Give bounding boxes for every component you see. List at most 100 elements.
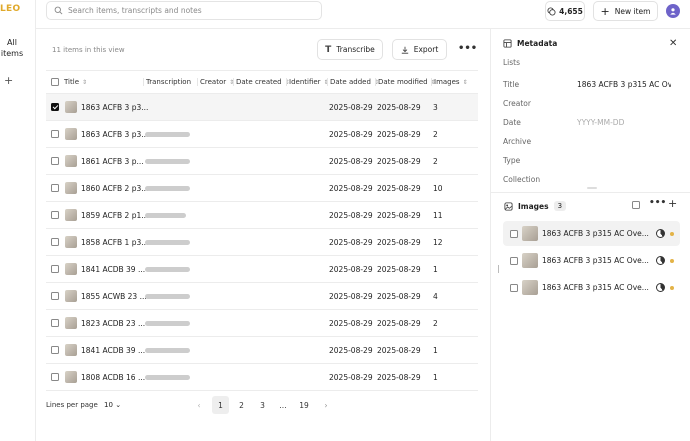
row-checkbox[interactable] (51, 373, 59, 381)
page-2[interactable]: 2 (233, 396, 250, 414)
row-checkbox[interactable] (51, 292, 59, 300)
row-checkbox[interactable] (51, 103, 59, 111)
item-title[interactable]: 1855 ACWB 23 ... (81, 292, 147, 301)
app-logo[interactable]: LEO (0, 4, 20, 14)
image-list-item[interactable]: 1863 ACFB 3 p315 AC Ove... (503, 248, 680, 273)
item-title[interactable]: 1863 ACFB 3 p3... (81, 130, 148, 139)
resize-handle[interactable] (587, 187, 597, 189)
item-title[interactable]: 1859 ACFB 2 p1... (81, 211, 148, 220)
table-row[interactable]: 1823 ACDB 23 ... 2025-08-29 2025-08-29 2 (46, 310, 478, 337)
date-added: 2025-08-29 (329, 346, 373, 355)
page-19[interactable]: 19 (295, 396, 313, 414)
search-input[interactable] (68, 6, 308, 15)
item-title[interactable]: 1808 ACDB 16 ... (81, 373, 145, 382)
field-collection[interactable]: Collection (503, 175, 540, 184)
field-title-input[interactable]: 1863 ACFB 3 p315 AC Overse (577, 80, 671, 89)
field-creator[interactable]: Creator (503, 99, 531, 108)
row-checkbox[interactable] (51, 184, 59, 192)
transcription-progress-bar (145, 213, 186, 218)
transcribe-button[interactable]: T Transcribe (317, 39, 383, 60)
table-row[interactable]: 1863 ACFB 3 p3... 2025-08-29 2025-08-29 3 (46, 94, 478, 121)
item-title[interactable]: 1861 ACFB 3 p... (81, 157, 144, 166)
item-thumbnail (65, 209, 77, 221)
image-name[interactable]: 1863 ACFB 3 p315 AC Ove... (542, 229, 649, 238)
date-added: 2025-08-29 (329, 103, 373, 112)
column-date-modified[interactable]: Date modified ⇕ (375, 78, 436, 86)
image-checkbox[interactable] (510, 284, 518, 292)
item-title[interactable]: 1863 ACFB 3 p3... (81, 103, 148, 112)
table-row[interactable]: 1841 ACDB 39 ... 2025-08-29 2025-08-29 1 (46, 337, 478, 364)
item-title[interactable]: 1841 ACDB 39 ... (81, 265, 145, 274)
add-image-button[interactable]: + (668, 197, 677, 210)
image-thumbnail (522, 280, 538, 295)
table-row[interactable]: 1858 ACFB 1 p3... 2025-08-29 2025-08-29 12 (46, 229, 478, 256)
row-checkbox[interactable] (51, 157, 59, 165)
field-lists[interactable]: Lists (503, 58, 520, 67)
table-row[interactable]: 1861 ACFB 3 p... 2025-08-29 2025-08-29 2 (46, 148, 478, 175)
images-more-button[interactable]: ••• (649, 198, 666, 208)
drag-handle[interactable] (498, 265, 501, 273)
field-date-input[interactable]: YYYY-MM-DD (577, 118, 624, 127)
table-row[interactable]: 1859 ACFB 2 p1... 2025-08-29 2025-08-29 11 (46, 202, 478, 229)
date-added: 2025-08-29 (329, 238, 373, 247)
item-thumbnail (65, 263, 77, 275)
date-added: 2025-08-29 (329, 130, 373, 139)
column-transcription[interactable]: Transcription (143, 78, 191, 86)
date-modified: 2025-08-29 (377, 157, 421, 166)
item-title[interactable]: 1841 ACDB 39 ... (81, 346, 145, 355)
add-collection-button[interactable]: + (4, 74, 13, 87)
image-thumbnail (522, 253, 538, 268)
column-creator[interactable]: Creator ⇕ (197, 78, 234, 86)
date-added: 2025-08-29 (329, 292, 373, 301)
image-name[interactable]: 1863 ACFB 3 p315 AC Ove... (542, 256, 649, 265)
select-all-images-checkbox[interactable] (632, 201, 640, 209)
text-icon: T (325, 44, 332, 55)
row-checkbox[interactable] (51, 130, 59, 138)
transcription-progress-bar (145, 321, 190, 326)
field-archive[interactable]: Archive (503, 137, 531, 146)
new-item-button[interactable]: + New item (593, 1, 658, 21)
page-1[interactable]: 1 (212, 396, 229, 414)
column-identifier[interactable]: Identifier ⇕ (286, 78, 329, 86)
image-checkbox[interactable] (510, 230, 518, 238)
table-row[interactable]: 1855 ACWB 23 ... 2025-08-29 2025-08-29 4 (46, 283, 478, 310)
image-checkbox[interactable] (510, 257, 518, 265)
table-row[interactable]: 1841 ACDB 39 ... 2025-08-29 2025-08-29 1 (46, 256, 478, 283)
row-checkbox[interactable] (51, 319, 59, 327)
row-checkbox[interactable] (51, 346, 59, 354)
item-title[interactable]: 1823 ACDB 23 ... (81, 319, 145, 328)
search-bar[interactable] (46, 1, 322, 20)
column-date-added[interactable]: Date added ⇕ (327, 78, 379, 86)
export-button[interactable]: Export (392, 39, 447, 60)
item-title[interactable]: 1860 ACFB 2 p3... (81, 184, 148, 193)
date-modified: 2025-08-29 (377, 184, 421, 193)
more-options-button[interactable]: ••• (458, 43, 477, 54)
column-title[interactable]: Title ⇕ (64, 78, 87, 86)
row-checkbox[interactable] (51, 265, 59, 273)
credits-badge[interactable]: 4,655 (545, 1, 585, 21)
table-row[interactable]: 1863 ACFB 3 p3... 2025-08-29 2025-08-29 2 (46, 121, 478, 148)
prev-page-button[interactable]: ‹ (193, 396, 205, 414)
transcription-progress-bar (145, 159, 190, 164)
image-count: 2 (433, 319, 438, 328)
row-checkbox[interactable] (51, 211, 59, 219)
table-row[interactable]: 1808 ACDB 16 ... 2025-08-29 2025-08-29 1 (46, 364, 478, 391)
item-title[interactable]: 1858 ACFB 1 p3... (81, 238, 148, 247)
table-row[interactable]: 1860 ACFB 2 p3... 2025-08-29 2025-08-29 10 (46, 175, 478, 202)
row-checkbox[interactable] (51, 238, 59, 246)
image-list-item[interactable]: 1863 ACFB 3 p315 AC Ove... (503, 275, 680, 300)
all-items-nav[interactable]: All items (0, 37, 24, 59)
field-type[interactable]: Type (503, 156, 520, 165)
avatar[interactable] (666, 4, 680, 18)
page-3[interactable]: 3 (254, 396, 271, 414)
image-name[interactable]: 1863 ACFB 3 p315 AC Ove... (542, 283, 649, 292)
select-all-checkbox[interactable] (51, 78, 59, 86)
column-images[interactable]: Images ⇕ (431, 78, 468, 86)
column-date-created[interactable]: Date created ⇕ (233, 78, 290, 86)
lines-per-page-select[interactable]: 10 ⌄ (104, 401, 121, 409)
next-page-button[interactable]: › (320, 396, 332, 414)
close-panel-button[interactable]: ✕ (669, 38, 677, 49)
image-list-item[interactable]: 1863 ACFB 3 p315 AC Ove... (503, 221, 680, 246)
metadata-icon (503, 39, 512, 48)
transcription-progress-bar (145, 294, 190, 299)
